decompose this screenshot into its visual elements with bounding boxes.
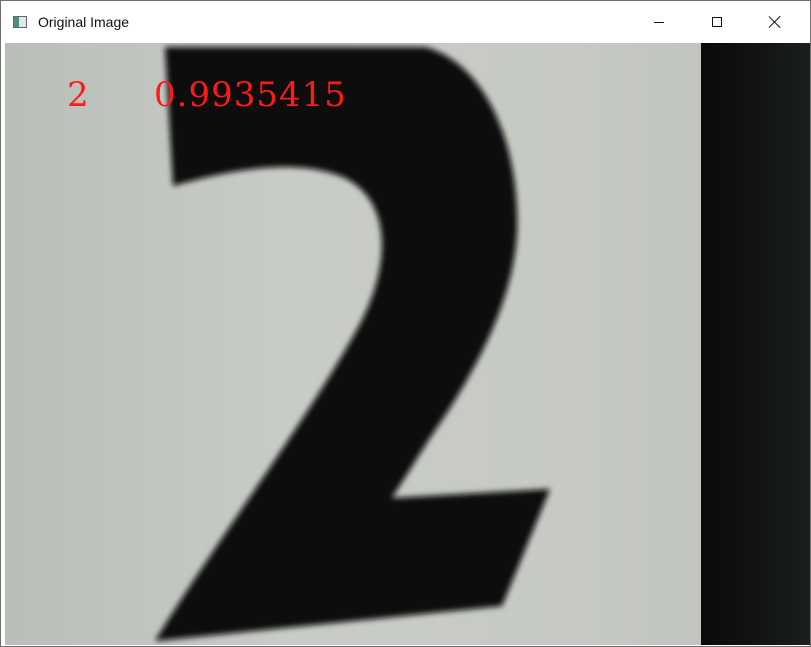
minimize-icon — [654, 21, 664, 23]
prediction-label: 2 — [67, 75, 90, 115]
maximize-button[interactable] — [688, 1, 746, 43]
close-icon — [768, 15, 782, 29]
dark-edge — [701, 43, 810, 645]
camera-frame — [155, 43, 810, 645]
maximize-icon — [712, 17, 722, 27]
image-window-icon — [13, 16, 27, 28]
title-bar[interactable]: Original Image — [1, 1, 810, 43]
photographed-digit-shape — [155, 47, 550, 641]
close-button[interactable] — [746, 1, 804, 43]
camera-image: 2 0.9935415 — [5, 43, 810, 645]
image-window: Original Image 2 0.9935415 — [0, 0, 811, 647]
window-title: Original Image — [38, 14, 130, 30]
minimize-button[interactable] — [630, 1, 688, 43]
confidence-score: 0.9935415 — [154, 75, 347, 115]
